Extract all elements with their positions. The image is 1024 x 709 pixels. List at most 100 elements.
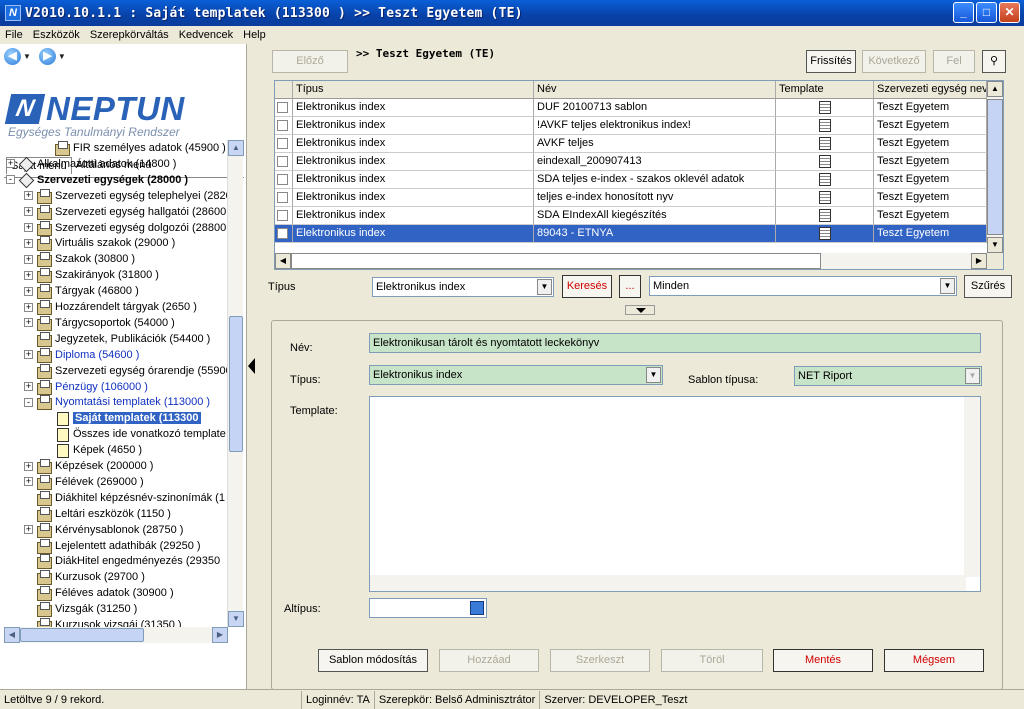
prev-button[interactable]: Előző bbox=[272, 50, 348, 73]
template-document-icon[interactable] bbox=[818, 155, 831, 168]
scroll-left-icon[interactable]: ◀ bbox=[4, 627, 20, 643]
name-field[interactable]: Elektronikusan tárolt és nyomtatott leck… bbox=[369, 333, 981, 353]
tree-item[interactable]: + Képzések (200000 ) bbox=[24, 458, 153, 474]
pin-icon[interactable]: ⚲ bbox=[982, 50, 1006, 73]
table-row[interactable]: Elektronikus index 89043 - ETNYA Teszt Egy… bbox=[275, 225, 987, 243]
forward-arrow-icon[interactable]: ▶ bbox=[38, 48, 56, 65]
cancel-button[interactable]: Mégsem bbox=[884, 649, 984, 672]
expand-icon[interactable]: + bbox=[24, 207, 33, 217]
tree-item[interactable]: DiákHitel engedményezés (29350 bbox=[24, 553, 220, 570]
tree-item[interactable]: Vizsgák (31250 ) bbox=[24, 601, 137, 618]
row-checkbox[interactable] bbox=[277, 120, 288, 131]
tree-item[interactable]: + Pénzügy (106000 ) bbox=[24, 379, 148, 395]
type-select[interactable]: Elektronikus index ▼ bbox=[369, 365, 663, 385]
tree-item[interactable]: + Szakok (30800 ) bbox=[24, 251, 135, 268]
tree-item[interactable]: Jegyzetek, Publikációk (54400 ) bbox=[24, 331, 210, 347]
grid-scroll-up-icon[interactable]: ▲ bbox=[987, 81, 1003, 97]
chevron-down-icon[interactable]: ▼ bbox=[537, 279, 552, 295]
template-vertical-scrollbar[interactable] bbox=[964, 397, 980, 577]
row-checkbox[interactable] bbox=[277, 228, 288, 239]
expand-icon[interactable]: + bbox=[24, 350, 33, 360]
scroll-up-icon[interactable]: ▲ bbox=[228, 140, 244, 156]
tree-item[interactable]: + Alkalmazotti adatok (14800 ) bbox=[6, 156, 176, 172]
table-row[interactable]: Elektronikus index SDA teljes e-index - s… bbox=[275, 171, 987, 189]
menu-kedvencek[interactable]: Kedvencek bbox=[174, 29, 238, 41]
expand-icon[interactable]: + bbox=[24, 270, 33, 280]
tree-item[interactable]: Leltári eszközök (1150 ) bbox=[24, 506, 171, 522]
scroll-right-icon[interactable]: ▶ bbox=[212, 627, 228, 643]
tree-item[interactable]: + Hozzárendelt tárgyak (2650 ) bbox=[24, 299, 197, 315]
grid-vertical-scrollbar[interactable]: ▲ ▼ bbox=[987, 81, 1003, 253]
table-row[interactable]: Elektronikus index AVKF teljes Teszt Egyet… bbox=[275, 135, 987, 153]
row-checkbox[interactable] bbox=[277, 174, 288, 185]
template-document-icon[interactable] bbox=[818, 209, 831, 222]
tree-item[interactable]: Féléves adatok (30900 ) bbox=[24, 585, 174, 602]
tree-vertical-scrollbar[interactable]: ▲ ▼ bbox=[227, 140, 244, 627]
tree-item[interactable]: Kurzusok vizsgái (31350 ) bbox=[24, 617, 182, 627]
tree-item[interactable]: - Nyomtatási templatek (113000 ) bbox=[24, 394, 210, 411]
collapse-down-icon[interactable] bbox=[625, 305, 655, 315]
header-tipus[interactable]: Típus bbox=[293, 81, 534, 99]
delete-button[interactable]: Töröl bbox=[661, 649, 763, 672]
pane-splitter[interactable] bbox=[246, 44, 256, 689]
expand-icon[interactable]: + bbox=[24, 525, 33, 535]
tree-item[interactable]: FIR személyes adatok (45900 ) bbox=[42, 140, 226, 156]
header-nev[interactable]: Név bbox=[534, 81, 776, 99]
grid-scroll-thumb[interactable] bbox=[987, 99, 1003, 235]
back-arrow-icon[interactable]: ◀ bbox=[4, 48, 21, 65]
template-document-icon[interactable] bbox=[818, 173, 831, 186]
ellipsis-button[interactable]: ... bbox=[619, 275, 641, 298]
chevron-down-icon[interactable]: ▼ bbox=[965, 368, 980, 384]
expand-icon[interactable]: + bbox=[24, 286, 33, 296]
edit-button[interactable]: Szerkeszt bbox=[550, 649, 650, 672]
tree-item[interactable]: Kurzusok (29700 ) bbox=[24, 569, 145, 586]
menu-eszkozok[interactable]: Eszközök bbox=[28, 29, 85, 41]
expand-icon[interactable]: + bbox=[24, 223, 33, 232]
row-checkbox[interactable] bbox=[277, 102, 288, 113]
expand-icon[interactable]: + bbox=[24, 318, 33, 328]
chevron-down-icon[interactable]: ▼ bbox=[646, 367, 661, 383]
tree-item[interactable]: + Kérvénysablonok (28750 ) bbox=[24, 522, 183, 538]
template-document-icon[interactable] bbox=[818, 227, 831, 240]
close-button[interactable]: ✕ bbox=[999, 2, 1020, 23]
row-checkbox[interactable] bbox=[277, 210, 288, 221]
row-checkbox[interactable] bbox=[277, 192, 288, 203]
expand-icon[interactable]: + bbox=[24, 461, 33, 471]
tree-item[interactable]: Összes ide vonatkozó template bbox=[42, 426, 226, 443]
back-dropdown-icon[interactable]: ▼ bbox=[23, 52, 31, 61]
grid-scroll-left-icon[interactable]: ◀ bbox=[275, 253, 291, 269]
menu-szerepkorvaltas[interactable]: Szerepkörváltás bbox=[85, 29, 174, 41]
tree-item[interactable]: + Szervezeti egység hallgatói (28600 bbox=[24, 204, 226, 220]
row-checkbox[interactable] bbox=[277, 156, 288, 167]
search-button[interactable]: Keresés bbox=[562, 275, 612, 298]
add-button[interactable]: Hozzáad bbox=[439, 649, 539, 672]
tree-item[interactable]: Diákhitel képzésnév-szinonímák (1 bbox=[24, 490, 225, 506]
grid-scroll-down-icon[interactable]: ▼ bbox=[987, 237, 1003, 253]
tree-item[interactable]: - Szervezeti egységek (28000 ) bbox=[6, 172, 188, 188]
tree-item[interactable]: Szervezeti egység órarendje (55900 bbox=[24, 363, 228, 379]
subtype-field[interactable] bbox=[369, 598, 487, 618]
tree-item[interactable]: + Diploma (54600 ) bbox=[24, 347, 139, 363]
expand-icon[interactable]: + bbox=[24, 302, 33, 312]
table-row[interactable]: Elektronikus index teljes e-index honosít… bbox=[275, 189, 987, 207]
grid-hscroll-thumb[interactable] bbox=[291, 253, 821, 269]
header-template[interactable]: Template bbox=[776, 81, 874, 99]
table-row[interactable]: Elektronikus index SDA EIndexAll kiegészí… bbox=[275, 207, 987, 225]
template-horizontal-scrollbar[interactable] bbox=[370, 575, 966, 591]
tree-item[interactable]: Képek (4650 ) bbox=[42, 442, 142, 459]
table-row[interactable]: Elektronikus index DUF 20100713 sablon Tes… bbox=[275, 99, 987, 117]
forward-dropdown-icon[interactable]: ▼ bbox=[58, 52, 66, 61]
menu-help[interactable]: Help bbox=[238, 29, 271, 41]
tree-item[interactable]: + Tárgycsoportok (54000 ) bbox=[24, 315, 175, 331]
maximize-button[interactable]: □ bbox=[976, 2, 997, 23]
tree-item[interactable]: + Szervezeti egység telephelyei (2820 bbox=[24, 188, 228, 204]
expand-icon[interactable]: + bbox=[6, 159, 15, 169]
expand-icon[interactable]: + bbox=[24, 191, 33, 201]
tree-horizontal-scrollbar[interactable]: ◀ ▶ bbox=[4, 627, 228, 643]
next-button[interactable]: Következő bbox=[862, 50, 926, 73]
template-document-icon[interactable] bbox=[818, 191, 831, 204]
tree-item[interactable]: + Szakirányok (31800 ) bbox=[24, 267, 159, 284]
template-document-icon[interactable] bbox=[818, 119, 831, 132]
template-document-icon[interactable] bbox=[818, 137, 831, 150]
tree-item[interactable]: + Szervezeti egység dolgozói (28800 bbox=[24, 220, 226, 236]
